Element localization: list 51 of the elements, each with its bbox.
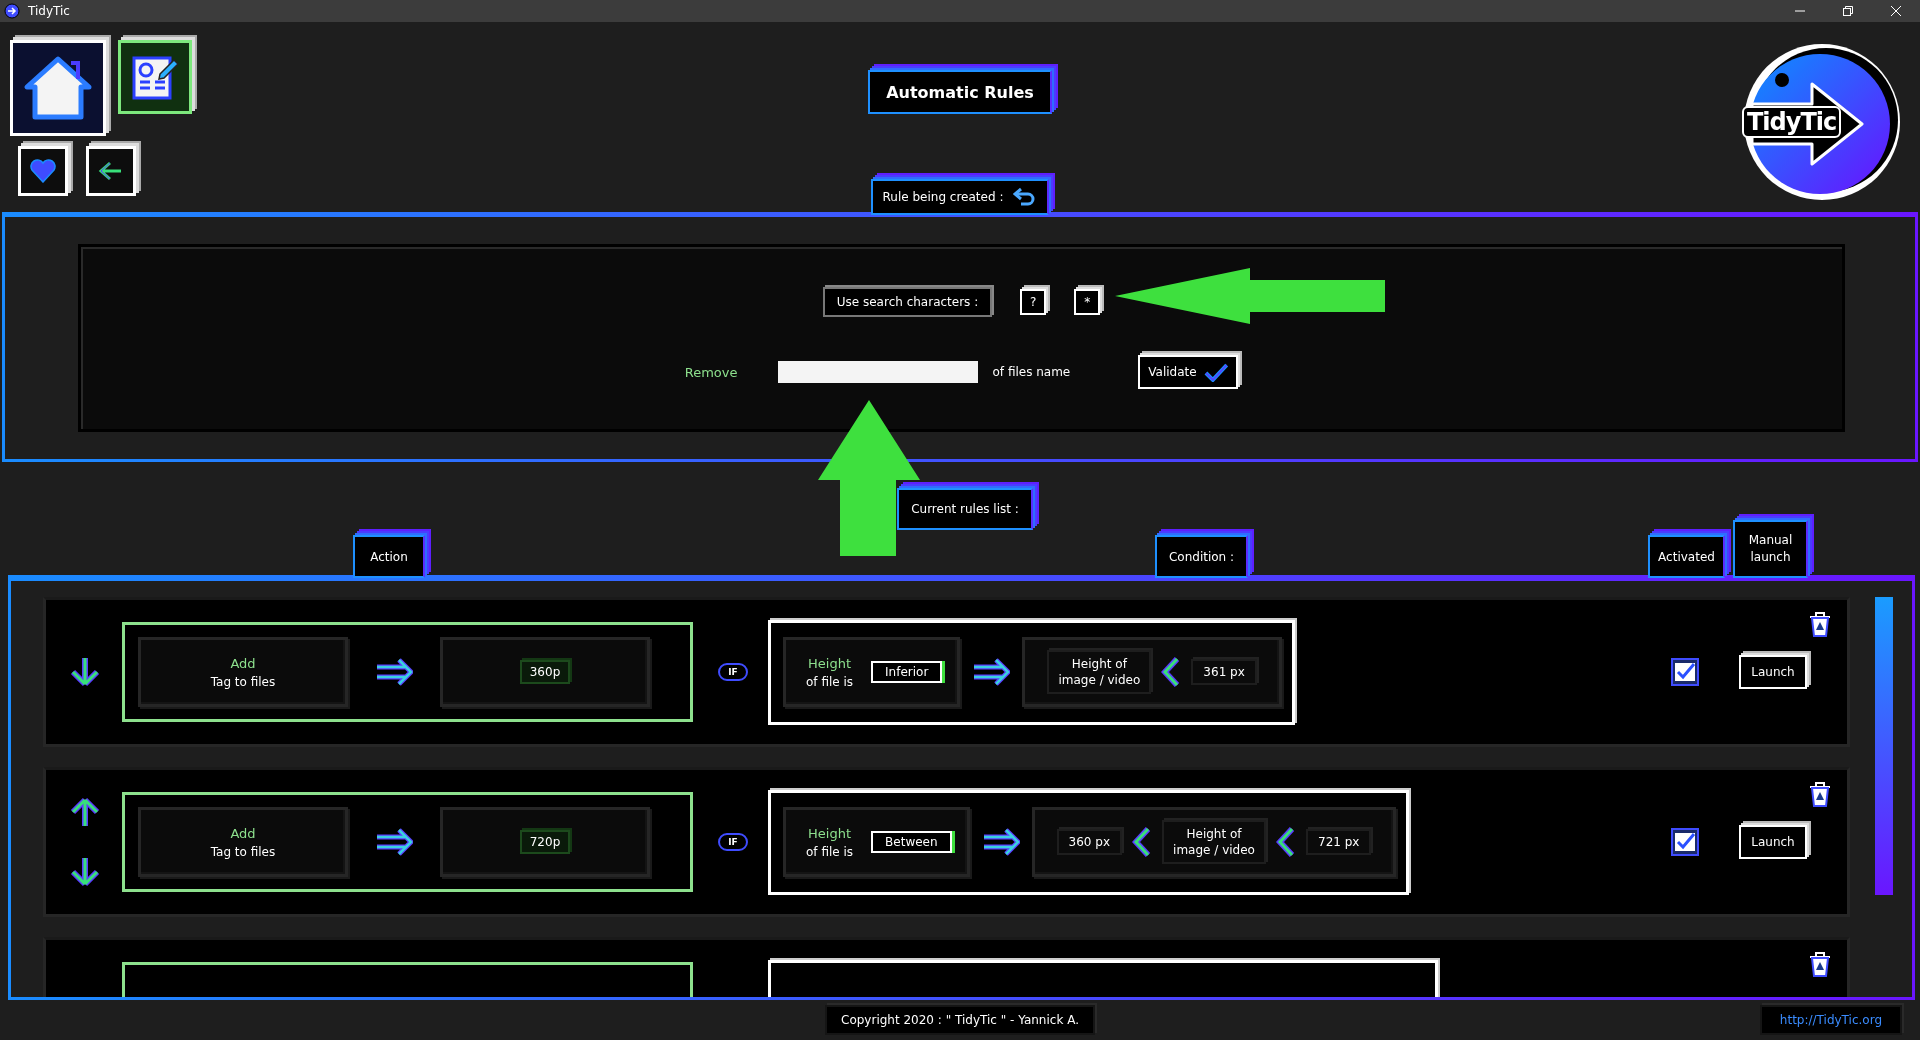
operator-selector[interactable]: Inferior [871, 661, 943, 683]
logo-text: TidyTic [1742, 106, 1842, 138]
trash-icon[interactable] [1807, 780, 1833, 808]
text-field[interactable] [777, 361, 978, 383]
arrow-down-icon[interactable] [70, 857, 100, 887]
double-arrow-icon [375, 828, 413, 856]
operator-selector[interactable]: Between [871, 831, 952, 853]
website-link[interactable]: http://TidyTic.org [1759, 1005, 1902, 1035]
section-title: Rule being created : [882, 190, 1004, 204]
action-object: Tag to files [210, 674, 276, 689]
app-icon [4, 3, 20, 19]
heart-icon [30, 159, 56, 183]
close-icon[interactable] [1890, 5, 1902, 17]
double-arrow-icon [375, 658, 413, 686]
chevron-left-icon [1276, 827, 1296, 857]
arrow-left-icon [98, 160, 124, 182]
if-badge: IF [718, 663, 748, 681]
field-suffix: of files name [992, 365, 1071, 379]
condition-subject: Height of image / video [1162, 820, 1266, 864]
checkbox[interactable] [1671, 828, 1699, 856]
action-label: Remove [684, 364, 738, 380]
window-title: TidyTic [28, 4, 70, 18]
trash-icon[interactable] [1807, 610, 1833, 638]
tag-value: 360p [519, 660, 571, 684]
action-object: Tag to files [210, 844, 276, 859]
scrollbar[interactable] [1875, 597, 1893, 895]
double-arrow-icon [981, 828, 1020, 856]
condition-field: Height [808, 825, 851, 841]
search-characters-label: Use search characters : [822, 287, 993, 317]
double-arrow-icon [972, 658, 1011, 686]
check-icon [1202, 362, 1229, 382]
action-verb: Add [230, 655, 256, 671]
condition-field: Height [808, 655, 851, 671]
condition-value: 361 px [1191, 659, 1257, 685]
condition-value: 721 px [1306, 829, 1372, 855]
arrow-up-icon[interactable] [70, 797, 100, 827]
tag-value: 720p [519, 830, 571, 854]
checkbox[interactable] [1671, 658, 1699, 686]
copyright-text: Copyright 2020 : " TidyTic " - Yannick A. [825, 1005, 1095, 1035]
condition-value: 360 px [1056, 829, 1122, 855]
chevron-left-icon [1161, 657, 1182, 687]
if-badge: IF [718, 833, 748, 851]
arrow-down-icon[interactable] [70, 657, 100, 687]
condition-field-note: of file is [806, 844, 854, 859]
action-verb: Add [230, 825, 256, 841]
chevron-left-icon [1132, 827, 1152, 857]
trash-icon[interactable] [1807, 950, 1833, 978]
restore-icon[interactable] [1842, 5, 1854, 17]
condition-subject: Height of image / video [1047, 650, 1152, 694]
condition-field-note: of file is [806, 674, 854, 689]
home-icon [23, 53, 93, 123]
